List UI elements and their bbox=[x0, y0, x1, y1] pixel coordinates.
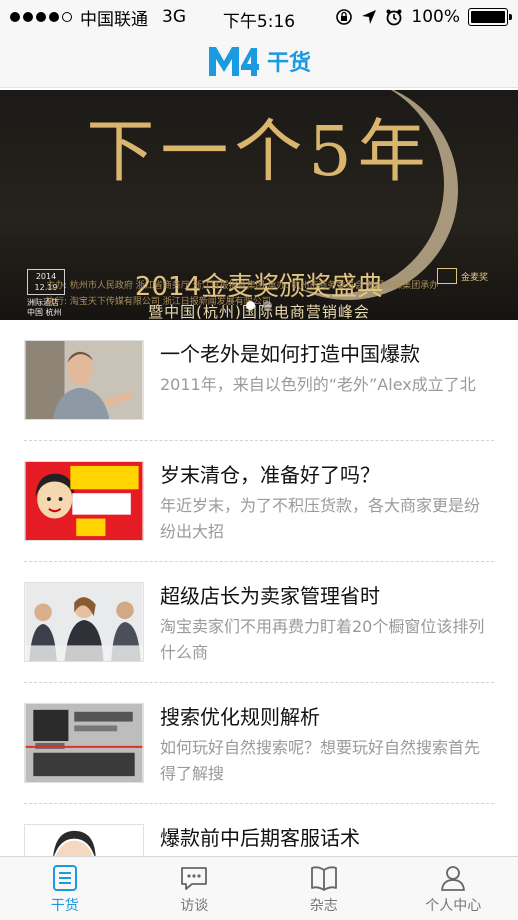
m4-logo-icon bbox=[208, 46, 259, 76]
tab-label: 访谈 bbox=[180, 898, 209, 914]
list-item[interactable]: 岁末清仓，准备好了吗？ 年近岁末，为了不积压货款，各大商家更是纷纷出大招 bbox=[0, 441, 518, 562]
article-thumbnail bbox=[24, 703, 144, 783]
article-title: 超级店长为卖家管理省时 bbox=[160, 584, 380, 608]
banner-organizers-line1: 主办: 杭州市人民政府 浙江省商务厅 浙江日报报业集团 承办: 杭州市商务委员会… bbox=[46, 281, 439, 291]
article-text: 岁末清仓，准备好了吗？ 年近岁末，为了不积压货款，各大商家更是纷纷出大招 bbox=[160, 461, 518, 545]
tab-label: 干货 bbox=[50, 898, 79, 914]
carousel-dot[interactable] bbox=[263, 301, 272, 310]
article-summary: 淘宝卖家们不用再费力盯着20个橱窗位该排列什么商 bbox=[160, 617, 485, 662]
seo-search-image bbox=[25, 704, 143, 782]
article-text: 超级店长为卖家管理省时 淘宝卖家们不用再费力盯着20个橱窗位该排列什么商 bbox=[160, 582, 518, 666]
meeting-photo-image bbox=[25, 583, 143, 661]
list-item[interactable]: 超级店长为卖家管理省时 淘宝卖家们不用再费力盯着20个橱窗位该排列什么商 bbox=[0, 562, 518, 683]
banner-carousel[interactable]: 下一个5年 2014 12.19 洲际酒店 中国 杭州 2014金麦奖颁奖盛典 … bbox=[0, 90, 518, 320]
article-list: 一个老外是如何打造中国爆款 2011年，来自以色列的“老外”Alex成立了北 岁… bbox=[0, 320, 518, 920]
status-bar: 中国联通 3G 下午5:16 100% bbox=[0, 0, 518, 34]
battery-percent: 100% bbox=[411, 7, 460, 27]
nav-bar: 干货 bbox=[0, 34, 518, 88]
award-logo-text: 金麦奖 bbox=[460, 272, 488, 283]
list-item[interactable]: 搜索优化规则解析 如何玩好自然搜索呢？想要玩好自然搜索首先得了解搜 bbox=[0, 683, 518, 804]
tab-profile[interactable]: 个人中心 bbox=[389, 857, 518, 920]
chat-bubble-icon bbox=[181, 867, 208, 890]
page-title: 干货 bbox=[266, 50, 311, 76]
battery-fill bbox=[471, 11, 505, 23]
article-summary: 2011年，来自以色列的“老外”Alex成立了北 bbox=[160, 375, 476, 394]
sale-cartoon-image bbox=[25, 462, 143, 540]
article-thumbnail bbox=[24, 340, 144, 420]
article-title: 爆款前中后期客服话术 bbox=[160, 826, 360, 850]
award-box-icon bbox=[436, 268, 457, 284]
article-text: 一个老外是如何打造中国爆款 2011年，来自以色列的“老外”Alex成立了北 bbox=[160, 340, 518, 398]
tab-ganhuo[interactable]: 干货 bbox=[0, 857, 130, 920]
list-item[interactable]: 一个老外是如何打造中国爆款 2011年，来自以色列的“老外”Alex成立了北 bbox=[0, 320, 518, 441]
person-icon bbox=[441, 866, 466, 891]
article-thumbnail bbox=[24, 461, 144, 541]
status-left: 中国联通 3G bbox=[10, 5, 186, 30]
list-doc-icon bbox=[52, 865, 77, 891]
battery-icon bbox=[468, 8, 512, 26]
banner-headline: 下一个5年 bbox=[86, 113, 432, 192]
tab-label: 个人中心 bbox=[425, 898, 482, 914]
article-thumbnail bbox=[24, 582, 144, 662]
location-arrow-icon bbox=[362, 10, 377, 24]
network-type: 3G bbox=[162, 7, 186, 27]
article-summary: 如何玩好自然搜索呢？想要玩好自然搜索首先得了解搜 bbox=[160, 738, 481, 783]
carousel-page-indicator[interactable] bbox=[0, 301, 518, 310]
article-text: 搜索优化规则解析 如何玩好自然搜索呢？想要玩好自然搜索首先得了解搜 bbox=[160, 703, 518, 787]
carousel-dot[interactable] bbox=[246, 301, 255, 310]
open-book-icon bbox=[310, 866, 337, 891]
man-photo-image bbox=[25, 341, 143, 419]
award-logo: 金麦奖 bbox=[436, 268, 488, 284]
article-title: 岁末清仓，准备好了吗？ bbox=[160, 463, 380, 487]
tab-zazhi[interactable]: 杂志 bbox=[259, 857, 389, 920]
carrier-name: 中国联通 bbox=[80, 9, 148, 30]
tab-fangtan[interactable]: 访谈 bbox=[130, 857, 260, 920]
article-text: 爆款前中后期客服话术 bbox=[160, 824, 518, 856]
article-summary: 年近岁末，为了不积压货款，各大商家更是纷纷出大招 bbox=[160, 496, 481, 541]
tab-label: 杂志 bbox=[309, 898, 338, 914]
tab-bar: 干货 访谈 杂志 个人中心 bbox=[0, 856, 518, 920]
article-title: 搜索优化规则解析 bbox=[160, 705, 320, 729]
signal-strength-icon bbox=[10, 12, 72, 22]
alarm-clock-icon bbox=[386, 9, 402, 26]
status-right: 100% bbox=[335, 7, 512, 27]
rotation-lock-icon bbox=[336, 9, 353, 25]
article-title: 一个老外是如何打造中国爆款 bbox=[160, 342, 420, 366]
